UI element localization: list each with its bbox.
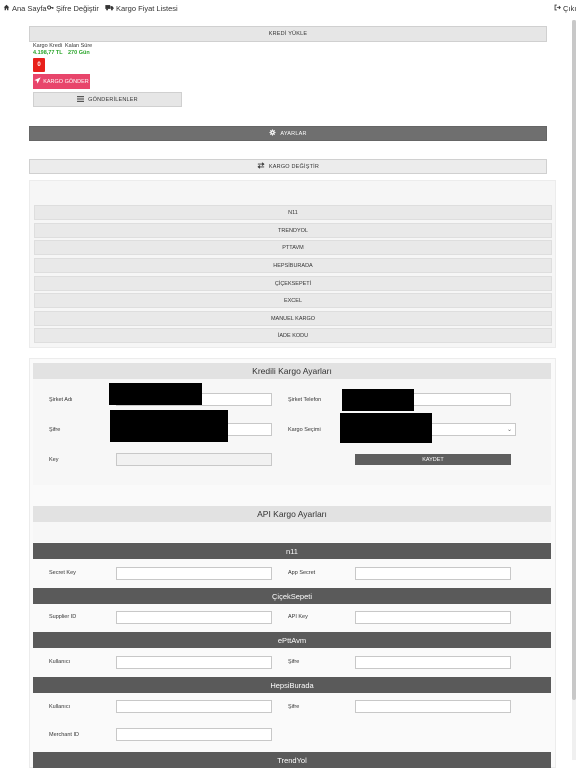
gear-icon xyxy=(269,129,277,138)
hepsiburada-merchant-id-label: Merchant ID xyxy=(49,732,79,738)
page-scrollbar-thumb[interactable] xyxy=(572,20,576,700)
truck-icon xyxy=(105,4,114,13)
channel-button-pttavm[interactable]: PTTAVM xyxy=(34,240,552,255)
channel-button-excel[interactable]: EXCEL xyxy=(34,293,552,308)
channel-button-iade-kodu[interactable]: İADE KODU xyxy=(34,328,552,343)
channel-label: ÇİÇEKSEPETİ xyxy=(274,280,312,287)
epttavm-password-label: Şifre xyxy=(288,659,300,665)
channel-label: N11 xyxy=(288,209,298,216)
cargo-select-label: Kargo Seçimi xyxy=(288,427,321,433)
change-cargo-button[interactable]: KARGO DEĞİŞTİR xyxy=(29,159,547,174)
hepsiburada-merchant-id-input[interactable] xyxy=(116,728,272,741)
provider-header-epttavm: ePttAvm xyxy=(33,632,551,648)
home-icon xyxy=(3,4,10,13)
exchange-icon xyxy=(257,162,265,171)
sent-label: GÖNDERİLENLER xyxy=(88,96,138,103)
channel-label: EXCEL xyxy=(283,297,303,304)
provider-header-trendyol: TrendYol xyxy=(33,752,551,768)
nav-home-link[interactable]: Ana Sayfa xyxy=(3,4,47,13)
credit-label: Kargo Kredi xyxy=(33,43,63,49)
hepsiburada-password-label: Şifre xyxy=(288,704,300,710)
channel-button-ciceksepeti[interactable]: ÇİÇEKSEPETİ xyxy=(34,276,552,291)
epttavm-user-input[interactable] xyxy=(116,656,272,669)
sent-button[interactable]: GÖNDERİLENLER xyxy=(33,92,182,107)
channel-button-manuel-kargo[interactable]: MANUEL KARGO xyxy=(34,311,552,326)
key-icon xyxy=(47,4,54,13)
channel-button-hepsiburada[interactable]: HEPSİBURADA xyxy=(34,258,552,273)
ciceksepeti-api-key-label: API Key xyxy=(288,614,308,620)
nav-home-label: Ana Sayfa xyxy=(12,4,47,13)
company-name-label: Şirket Adı xyxy=(49,397,73,403)
key-input[interactable] xyxy=(116,453,272,466)
channel-label: İADE KODU xyxy=(277,332,309,339)
send-cargo-button[interactable]: KARGO GÖNDER xyxy=(33,74,90,89)
channel-button-trendyol[interactable]: TRENDYOL xyxy=(34,223,552,238)
epttavm-password-input[interactable] xyxy=(355,656,511,669)
chevron-down-icon: ⌄ xyxy=(506,427,512,433)
credit-upload-button[interactable]: KREDİ YÜKLE xyxy=(29,26,547,42)
nav-password-link[interactable]: Şifre Değiştir xyxy=(47,4,99,13)
key-label: Key xyxy=(49,457,59,463)
channel-label: TRENDYOL xyxy=(278,227,308,234)
ciceksepeti-supplier-id-label: Supplier ID xyxy=(49,614,77,620)
provider-header-n11: n11 xyxy=(33,543,551,559)
nav-price-list-label: Kargo Fiyat Listesi xyxy=(116,4,178,13)
count-badge: 0 xyxy=(33,58,45,72)
nav-price-list-link[interactable]: Kargo Fiyat Listesi xyxy=(105,4,178,13)
password-label: Şifre xyxy=(49,427,61,433)
channel-label: HEPSİBURADA xyxy=(273,262,313,269)
provider-header-hepsiburada: HepsiBurada xyxy=(33,677,551,693)
list-icon xyxy=(77,95,85,104)
nav-logout-label: Çıkış xyxy=(563,4,576,13)
credit-value: 4.198,77 TL xyxy=(33,50,63,56)
save-button[interactable]: KAYDET xyxy=(355,454,511,465)
redaction-block xyxy=(342,389,414,411)
settings-button[interactable]: AYARLAR xyxy=(29,126,547,141)
save-label: KAYDET xyxy=(422,456,444,463)
ciceksepeti-supplier-id-input[interactable] xyxy=(116,611,272,624)
hepsiburada-user-input[interactable] xyxy=(116,700,272,713)
n11-secret-key-label: Secret Key xyxy=(49,570,76,576)
settings-label: AYARLAR xyxy=(280,130,307,137)
credit-settings-title: Kredili Kargo Ayarları xyxy=(33,363,551,379)
hepsiburada-password-input[interactable] xyxy=(355,700,511,713)
redaction-block xyxy=(110,410,228,442)
top-navigation: Ana Sayfa Şifre Değiştir Kargo Fiyat Lis… xyxy=(0,0,576,18)
api-settings-body xyxy=(33,522,551,542)
sign-out-icon xyxy=(554,4,561,13)
n11-app-secret-input[interactable] xyxy=(355,567,511,580)
paper-plane-icon xyxy=(34,77,41,86)
hepsiburada-user-label: Kullanıcı xyxy=(49,704,71,710)
company-phone-label: Şirket Telefon xyxy=(288,397,322,403)
remaining-label: Kalan Süre xyxy=(65,43,93,49)
channel-label: PTTAVM xyxy=(282,244,304,251)
channel-label: MANUEL KARGO xyxy=(270,315,316,322)
epttavm-user-label: Kullanıcı xyxy=(49,659,71,665)
n11-secret-key-input[interactable] xyxy=(116,567,272,580)
send-cargo-label: KARGO GÖNDER xyxy=(43,78,89,85)
provider-header-ciceksepeti: ÇiçekSepeti xyxy=(33,588,551,604)
remaining-value: 270 Gün xyxy=(68,50,90,56)
nav-password-label: Şifre Değiştir xyxy=(56,4,99,13)
api-settings-title: API Kargo Ayarları xyxy=(33,506,551,522)
change-cargo-label: KARGO DEĞİŞTİR xyxy=(268,163,320,170)
ciceksepeti-api-key-input[interactable] xyxy=(355,611,511,624)
redaction-block xyxy=(109,383,202,405)
channel-button-n11[interactable]: N11 xyxy=(34,205,552,220)
nav-logout-link[interactable]: Çıkış xyxy=(554,4,576,13)
credit-upload-label: KREDİ YÜKLE xyxy=(268,31,308,37)
n11-app-secret-label: App Secret xyxy=(288,570,316,576)
redaction-block xyxy=(340,413,432,443)
